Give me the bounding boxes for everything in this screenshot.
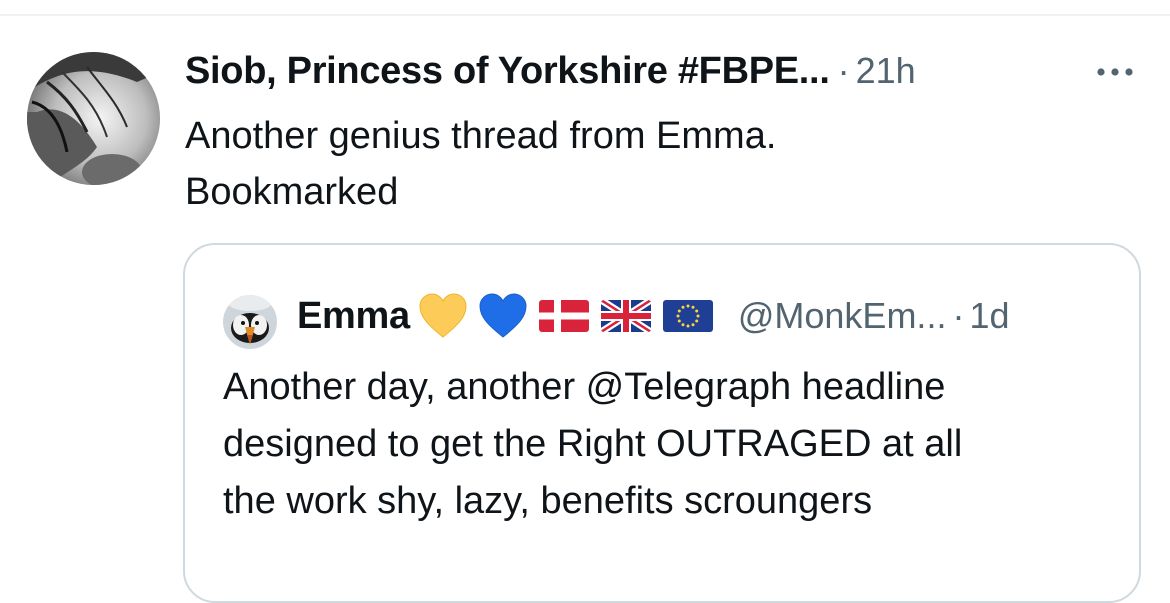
- top-divider: [0, 14, 1170, 16]
- quoted-time: 1d: [969, 295, 1010, 336]
- quoted-author-name: Emma: [297, 294, 410, 337]
- quoted-header: Emma @MonkEm... · 1d: [297, 293, 1010, 339]
- quoted-separator: ·: [952, 295, 965, 336]
- eu-flag-icon: [662, 300, 713, 332]
- post-header: Siob, Princess of Yorkshire #FBPE... · 2…: [185, 50, 916, 96]
- post-text: Another genius thread from Emma. Bookmar…: [185, 115, 777, 213]
- uk-flag-icon: [600, 300, 651, 332]
- more-horizontal-icon: [1097, 68, 1133, 76]
- more-options-button[interactable]: [1090, 54, 1140, 90]
- quoted-text: Another day, another @Telegraph headline…: [223, 366, 963, 522]
- denmark-flag-icon: [538, 300, 589, 332]
- blue-heart-icon: [479, 293, 527, 338]
- post-time[interactable]: 21h: [856, 50, 916, 92]
- quoted-avatar: [223, 295, 277, 349]
- avatar[interactable]: [27, 52, 160, 185]
- header-separator: ·: [837, 50, 850, 91]
- quoted-handle: @MonkEm...: [737, 295, 947, 336]
- author-name[interactable]: Siob, Princess of Yorkshire #FBPE...: [185, 50, 830, 93]
- quoted-post-card[interactable]: Emma @MonkEm... · 1d Another day, anothe…: [183, 243, 1141, 603]
- yellow-heart-icon: [419, 293, 467, 338]
